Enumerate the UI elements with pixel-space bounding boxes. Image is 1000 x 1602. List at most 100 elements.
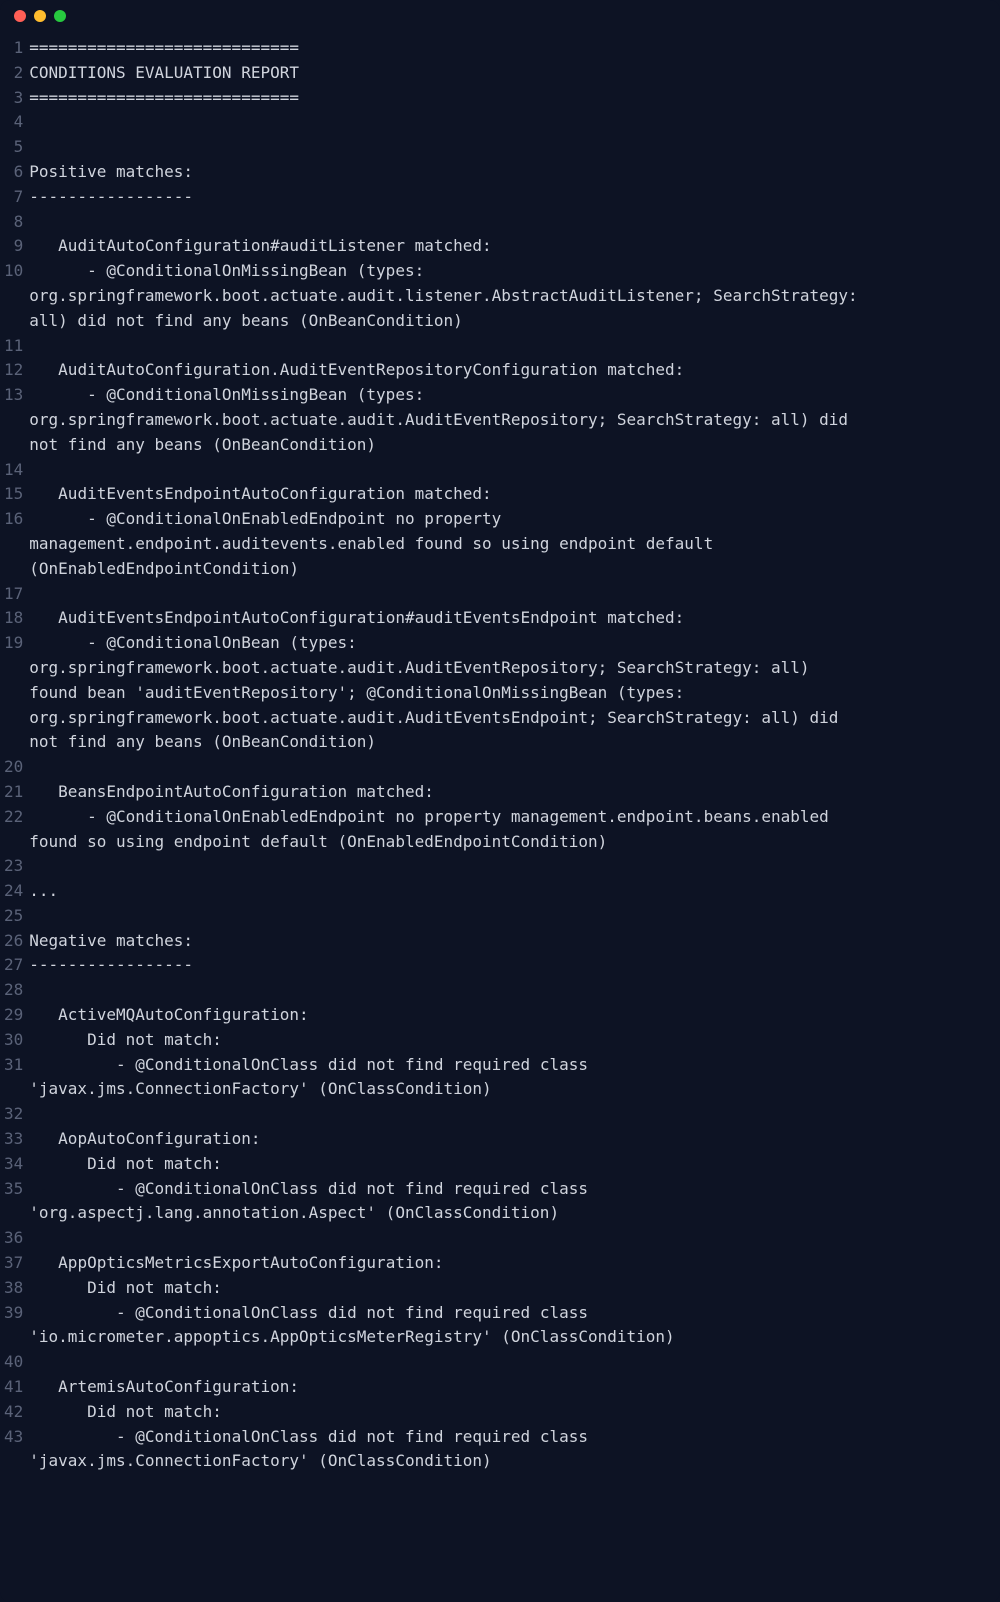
code-line bbox=[29, 854, 982, 879]
line-number-blank bbox=[4, 681, 23, 706]
line-number: 38 bbox=[4, 1276, 23, 1301]
code-line: Did not match: bbox=[29, 1400, 982, 1425]
code-line: AuditEventsEndpointAutoConfiguration#aud… bbox=[29, 606, 982, 631]
code-line: ArtemisAutoConfiguration: bbox=[29, 1375, 982, 1400]
code-line-wrap: 'javax.jms.ConnectionFactory' (OnClassCo… bbox=[29, 1077, 982, 1102]
code-line: BeansEndpointAutoConfiguration matched: bbox=[29, 780, 982, 805]
line-number: 34 bbox=[4, 1152, 23, 1177]
line-number: 12 bbox=[4, 358, 23, 383]
close-icon[interactable] bbox=[14, 10, 26, 22]
code-line: AuditAutoConfiguration#auditListener mat… bbox=[29, 234, 982, 259]
code-editor[interactable]: 12345678910 111213 141516 171819 202122 … bbox=[0, 32, 1000, 1494]
line-number: 18 bbox=[4, 606, 23, 631]
code-line: - @ConditionalOnClass did not find requi… bbox=[29, 1301, 982, 1326]
line-number: 28 bbox=[4, 978, 23, 1003]
line-number: 41 bbox=[4, 1375, 23, 1400]
line-number-blank bbox=[4, 284, 23, 309]
code-line: ActiveMQAutoConfiguration: bbox=[29, 1003, 982, 1028]
code-line-wrap: (OnEnabledEndpointCondition) bbox=[29, 557, 982, 582]
line-number-blank bbox=[4, 656, 23, 681]
line-number: 3 bbox=[4, 86, 23, 111]
line-number-blank bbox=[4, 1325, 23, 1350]
line-number: 42 bbox=[4, 1400, 23, 1425]
line-number: 25 bbox=[4, 904, 23, 929]
line-number: 15 bbox=[4, 482, 23, 507]
line-number: 14 bbox=[4, 458, 23, 483]
code-line: Did not match: bbox=[29, 1152, 982, 1177]
line-number: 4 bbox=[4, 110, 23, 135]
line-number-blank bbox=[4, 532, 23, 557]
code-line bbox=[29, 1102, 982, 1127]
line-number: 9 bbox=[4, 234, 23, 259]
window-titlebar bbox=[0, 0, 1000, 32]
line-number-blank bbox=[4, 433, 23, 458]
code-line: - @ConditionalOnClass did not find requi… bbox=[29, 1425, 982, 1450]
line-number: 19 bbox=[4, 631, 23, 656]
line-number: 13 bbox=[4, 383, 23, 408]
code-line-wrap: found so using endpoint default (OnEnabl… bbox=[29, 830, 982, 855]
code-line bbox=[29, 978, 982, 1003]
maximize-icon[interactable] bbox=[54, 10, 66, 22]
line-number-blank bbox=[4, 408, 23, 433]
code-line-wrap: 'org.aspectj.lang.annotation.Aspect' (On… bbox=[29, 1201, 982, 1226]
line-number: 23 bbox=[4, 854, 23, 879]
minimize-icon[interactable] bbox=[34, 10, 46, 22]
line-number-blank bbox=[4, 730, 23, 755]
code-line: AuditAutoConfiguration.AuditEventReposit… bbox=[29, 358, 982, 383]
code-line: - @ConditionalOnClass did not find requi… bbox=[29, 1177, 982, 1202]
line-number-blank bbox=[4, 830, 23, 855]
code-line: AuditEventsEndpointAutoConfiguration mat… bbox=[29, 482, 982, 507]
line-number: 35 bbox=[4, 1177, 23, 1202]
code-line-wrap: org.springframework.boot.actuate.audit.l… bbox=[29, 284, 982, 309]
line-number: 29 bbox=[4, 1003, 23, 1028]
line-number: 31 bbox=[4, 1053, 23, 1078]
line-number-gutter: 12345678910 111213 141516 171819 202122 … bbox=[0, 36, 29, 1474]
line-number: 37 bbox=[4, 1251, 23, 1276]
code-line: - @ConditionalOnMissingBean (types: bbox=[29, 259, 982, 284]
terminal-window: 12345678910 111213 141516 171819 202122 … bbox=[0, 0, 1000, 1602]
line-number: 33 bbox=[4, 1127, 23, 1152]
code-line bbox=[29, 458, 982, 483]
line-number-blank bbox=[4, 309, 23, 334]
code-line-wrap: org.springframework.boot.actuate.audit.A… bbox=[29, 656, 982, 681]
code-line: Did not match: bbox=[29, 1276, 982, 1301]
line-number: 22 bbox=[4, 805, 23, 830]
code-line-wrap: org.springframework.boot.actuate.audit.A… bbox=[29, 408, 982, 433]
line-number: 6 bbox=[4, 160, 23, 185]
line-number: 26 bbox=[4, 929, 23, 954]
line-number: 1 bbox=[4, 36, 23, 61]
line-number: 32 bbox=[4, 1102, 23, 1127]
line-number: 40 bbox=[4, 1350, 23, 1375]
code-line: ----------------- bbox=[29, 953, 982, 978]
code-line: ============================ bbox=[29, 36, 982, 61]
line-number: 39 bbox=[4, 1301, 23, 1326]
line-number-blank bbox=[4, 557, 23, 582]
code-line: Negative matches: bbox=[29, 929, 982, 954]
code-line: ============================ bbox=[29, 86, 982, 111]
code-line-wrap: all) did not find any beans (OnBeanCondi… bbox=[29, 309, 982, 334]
line-number: 36 bbox=[4, 1226, 23, 1251]
line-number: 2 bbox=[4, 61, 23, 86]
code-line bbox=[29, 1350, 982, 1375]
code-line-wrap: not find any beans (OnBeanCondition) bbox=[29, 730, 982, 755]
line-number: 5 bbox=[4, 135, 23, 160]
code-content[interactable]: ============================CONDITIONS E… bbox=[29, 36, 1000, 1474]
line-number: 43 bbox=[4, 1425, 23, 1450]
code-line: ----------------- bbox=[29, 185, 982, 210]
line-number: 21 bbox=[4, 780, 23, 805]
line-number: 27 bbox=[4, 953, 23, 978]
code-line: AopAutoConfiguration: bbox=[29, 1127, 982, 1152]
code-line: - @ConditionalOnClass did not find requi… bbox=[29, 1053, 982, 1078]
code-line bbox=[29, 135, 982, 160]
code-line bbox=[29, 210, 982, 235]
code-line: - @ConditionalOnEnabledEndpoint no prope… bbox=[29, 507, 982, 532]
code-line-wrap: 'io.micrometer.appoptics.AppOpticsMeterR… bbox=[29, 1325, 982, 1350]
line-number-blank bbox=[4, 1201, 23, 1226]
code-line bbox=[29, 110, 982, 135]
line-number-blank bbox=[4, 706, 23, 731]
code-line-wrap: 'javax.jms.ConnectionFactory' (OnClassCo… bbox=[29, 1449, 982, 1474]
code-line: ... bbox=[29, 879, 982, 904]
code-line-wrap: found bean 'auditEventRepository'; @Cond… bbox=[29, 681, 982, 706]
code-line bbox=[29, 582, 982, 607]
code-line: CONDITIONS EVALUATION REPORT bbox=[29, 61, 982, 86]
